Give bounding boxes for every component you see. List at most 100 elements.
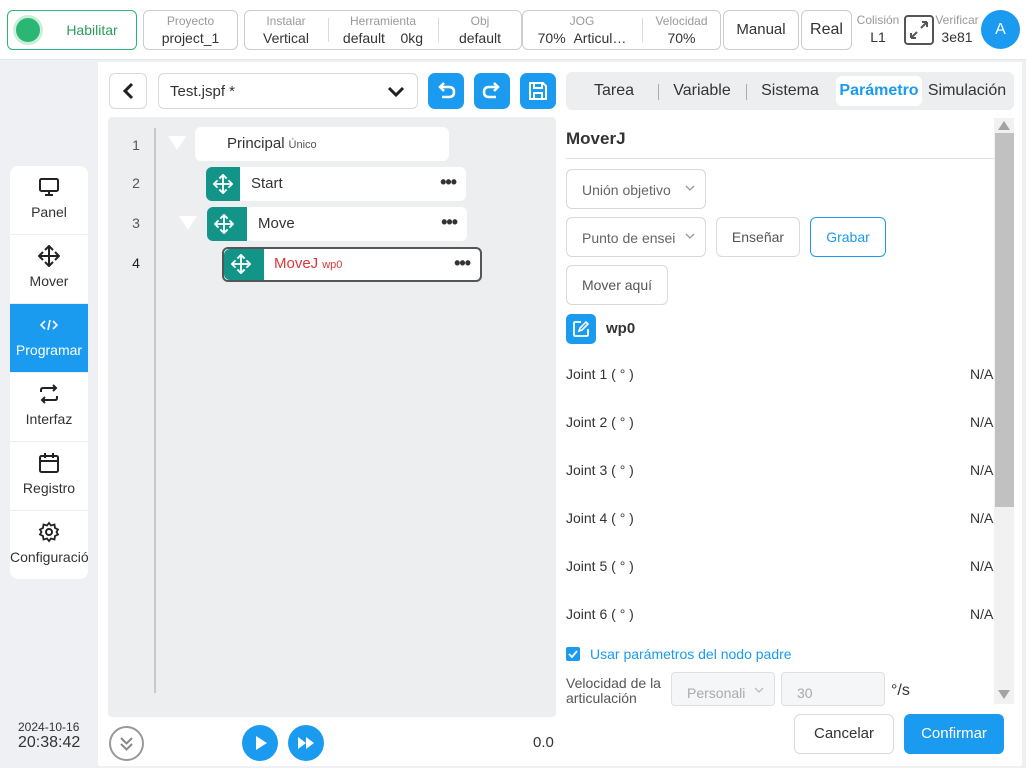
expand-icon[interactable] bbox=[903, 14, 935, 46]
joint-label: Joint 1 ( ° ) bbox=[566, 366, 634, 382]
teach-button[interactable]: Enseñar bbox=[716, 217, 800, 257]
collapse-triangle-icon[interactable] bbox=[168, 136, 186, 150]
file-select[interactable]: Test.jspf * bbox=[158, 73, 418, 109]
chevron-down-icon bbox=[387, 86, 405, 98]
jog-values: 70% Articul… bbox=[523, 30, 641, 46]
fast-forward-icon bbox=[298, 737, 314, 749]
collapse-triangle-icon[interactable] bbox=[179, 216, 197, 230]
velocity-unit: °/s bbox=[891, 682, 910, 699]
node-label: Principal bbox=[227, 135, 285, 152]
nav-item-move[interactable]: Mover bbox=[10, 235, 88, 304]
chevron-down-icon bbox=[685, 185, 695, 191]
top-status-bar: Habilitar Proyecto project_1 Instalar Ve… bbox=[0, 0, 1026, 60]
joint-label: Joint 5 ( ° ) bbox=[566, 558, 634, 574]
undo-icon bbox=[438, 82, 456, 99]
manual-mode-button[interactable]: Manual bbox=[723, 10, 799, 50]
move-arrows-icon bbox=[231, 254, 251, 274]
collision-indicator[interactable]: Colisión L1 bbox=[856, 10, 900, 48]
nav-item-program[interactable]: Programar bbox=[10, 304, 88, 373]
nav-item-log[interactable]: Registro bbox=[10, 442, 88, 511]
move-arrows-icon bbox=[214, 214, 234, 234]
step-forward-button[interactable] bbox=[288, 725, 324, 761]
input-value: 30 bbox=[797, 685, 813, 701]
panel-title: MoverJ bbox=[566, 129, 626, 148]
code-icon bbox=[39, 319, 59, 331]
line-number: 4 bbox=[132, 255, 140, 271]
drag-handle[interactable] bbox=[206, 167, 240, 201]
calendar-icon bbox=[39, 453, 59, 473]
collapse-panel-button[interactable] bbox=[109, 726, 144, 761]
tab-system[interactable]: Sistema bbox=[750, 76, 830, 106]
joint-label: Joint 6 ( ° ) bbox=[566, 606, 634, 622]
project-selector[interactable]: Proyecto project_1 bbox=[143, 10, 238, 50]
line-number: 3 bbox=[132, 215, 140, 231]
drag-handle[interactable] bbox=[207, 207, 247, 241]
real-mode-button[interactable]: Real bbox=[801, 10, 852, 50]
tool-weight: 0kg bbox=[400, 30, 424, 46]
teach-point-select[interactable]: Punto de ensei bbox=[566, 217, 706, 257]
redo-button[interactable] bbox=[474, 73, 510, 109]
more-options-icon[interactable]: ••• bbox=[454, 253, 471, 274]
nav-item-settings[interactable]: Configuración bbox=[10, 511, 88, 579]
record-button[interactable]: Grabar bbox=[810, 217, 886, 257]
jog-cell[interactable]: JOG 70% Articul… bbox=[523, 11, 641, 49]
back-button[interactable] bbox=[109, 73, 147, 109]
tree-node-main[interactable]: Principal Único bbox=[195, 127, 449, 161]
user-avatar[interactable]: A bbox=[981, 10, 1020, 49]
tab-variable[interactable]: Variable bbox=[662, 76, 742, 106]
divider bbox=[746, 84, 747, 100]
jog-speed-group[interactable]: JOG 70% Articul… Velocidad 70% bbox=[522, 10, 721, 50]
enable-button[interactable]: Habilitar bbox=[7, 10, 137, 50]
use-parent-label[interactable]: Usar parámetros del nodo padre bbox=[590, 646, 792, 662]
joint-value: N/A bbox=[970, 462, 994, 478]
scrollbar-thumb[interactable] bbox=[995, 133, 1014, 507]
play-button[interactable] bbox=[242, 725, 278, 761]
chevron-down-icon bbox=[120, 737, 133, 751]
node-text: Principal Único bbox=[227, 135, 317, 152]
tab-simulation[interactable]: Simulación bbox=[924, 76, 1010, 106]
scroll-up-icon[interactable] bbox=[998, 121, 1010, 130]
obj-cell[interactable]: Obj default bbox=[439, 11, 521, 49]
cancel-button[interactable]: Cancelar bbox=[794, 714, 894, 754]
drag-handle[interactable] bbox=[224, 249, 264, 280]
joint-label: Joint 2 ( ° ) bbox=[566, 414, 634, 430]
nav-label: Configuración bbox=[10, 549, 88, 565]
scroll-down-icon[interactable] bbox=[998, 690, 1010, 699]
run-speed-value: 0.0 bbox=[533, 734, 554, 751]
confirm-button[interactable]: Confirmar bbox=[904, 714, 1004, 754]
redo-icon bbox=[482, 82, 500, 99]
joint-value: N/A bbox=[970, 606, 994, 622]
tab-parameter[interactable]: Parámetro bbox=[836, 76, 922, 106]
node-sublabel: wp0 bbox=[322, 259, 343, 271]
divider bbox=[566, 158, 994, 159]
more-options-icon[interactable]: ••• bbox=[441, 212, 458, 233]
move-here-button[interactable]: Mover aquí bbox=[566, 265, 668, 305]
chevron-down-icon bbox=[754, 687, 764, 693]
monitor-icon bbox=[39, 178, 59, 196]
tool-value: default bbox=[342, 30, 385, 46]
tree-node-move[interactable]: Move ••• bbox=[207, 207, 467, 241]
collision-caption: Colisión bbox=[856, 13, 900, 27]
install-tool-obj-group[interactable]: Instalar Vertical Herramienta default 0k… bbox=[244, 10, 522, 50]
tool-cell[interactable]: Herramienta default 0kg bbox=[329, 11, 437, 49]
joint-value: N/A bbox=[970, 510, 994, 526]
tree-node-start[interactable]: Start ••• bbox=[206, 167, 466, 201]
verify-indicator[interactable]: Verificar 3e81 bbox=[934, 10, 980, 48]
tree-node-movej[interactable]: MoveJ wp0 ••• bbox=[222, 247, 482, 282]
install-cell[interactable]: Instalar Vertical bbox=[245, 11, 327, 49]
target-type-select[interactable]: Unión objetivo bbox=[566, 169, 706, 209]
divider bbox=[658, 84, 659, 100]
edit-waypoint-button[interactable] bbox=[566, 314, 596, 344]
nav-item-panel[interactable]: Panel bbox=[10, 166, 88, 235]
gear-icon bbox=[38, 521, 60, 543]
nav-item-interface[interactable]: Interfaz bbox=[10, 373, 88, 442]
save-button[interactable] bbox=[520, 73, 556, 109]
use-parent-checkbox[interactable] bbox=[566, 647, 580, 661]
obj-value: default bbox=[458, 30, 502, 46]
undo-button[interactable] bbox=[428, 73, 464, 109]
speed-cell[interactable]: Velocidad 70% bbox=[643, 11, 720, 49]
more-options-icon[interactable]: ••• bbox=[440, 172, 457, 193]
tab-task[interactable]: Tarea bbox=[574, 76, 654, 106]
node-sublabel: Único bbox=[288, 139, 317, 151]
joint-label: Joint 3 ( ° ) bbox=[566, 462, 634, 478]
